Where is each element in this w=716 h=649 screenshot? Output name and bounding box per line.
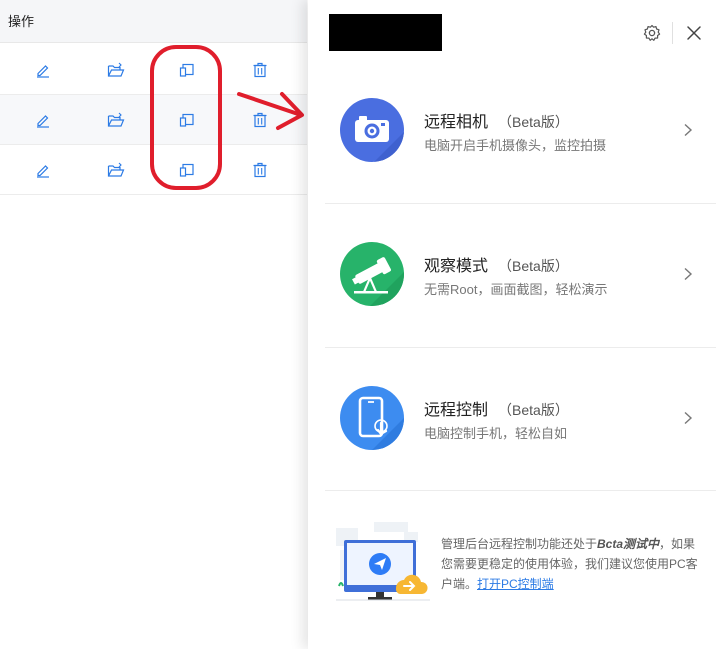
pc-client-illustration-icon [336, 522, 430, 601]
edit-icon[interactable] [35, 112, 51, 128]
folder-open-icon[interactable] [107, 62, 125, 78]
feature-subtitle: 电脑开启手机摄像头，监控拍摄 [424, 138, 607, 153]
annotation-arrow-icon [237, 92, 304, 130]
feature-remote-control[interactable]: 远程控制 （Beta版） 电脑控制手机，轻松自如 [325, 360, 716, 503]
feature-divider [325, 203, 716, 204]
edit-icon[interactable] [35, 162, 51, 178]
chevron-right-icon [684, 267, 693, 281]
header-divider [672, 22, 673, 44]
column-header-actions: 操作 [0, 0, 307, 43]
camera-icon [340, 98, 404, 162]
beta-emphasis: Bcta测试中 [597, 537, 660, 551]
chevron-right-icon [684, 123, 693, 137]
telescope-icon [340, 242, 404, 306]
folder-open-icon[interactable] [107, 112, 125, 128]
footer-notice: 管理后台远程控制功能还处于Bcta测试中，如果您需要更稳定的使用体验，我们建议您… [441, 537, 698, 591]
annotation-highlight-oval [150, 45, 222, 190]
feature-title: 远程相机 （Beta版） [424, 114, 569, 131]
feature-observe-mode[interactable]: 观察模式 （Beta版） 无需Root，画面截图，轻松演示 [325, 216, 716, 359]
feature-divider [325, 490, 716, 491]
feature-title: 远程控制 （Beta版） [424, 402, 569, 419]
redacted-title [329, 14, 442, 51]
feature-remote-camera[interactable]: 远程相机 （Beta版） 电脑开启手机摄像头，监控拍摄 [325, 72, 716, 215]
settings-icon[interactable] [643, 24, 661, 42]
feature-divider [325, 347, 716, 348]
close-icon[interactable] [685, 24, 703, 42]
feature-title: 观察模式 （Beta版） [424, 258, 569, 275]
feature-subtitle: 电脑控制手机，轻松自如 [424, 426, 568, 441]
feature-subtitle: 无需Root，画面截图，轻松演示 [424, 282, 608, 297]
chevron-right-icon [684, 411, 693, 425]
open-pc-client-link[interactable]: 打开PC控制端 [477, 577, 554, 591]
operations-table: 操作 [0, 0, 307, 649]
trash-icon[interactable] [252, 162, 268, 178]
phone-touch-icon [340, 386, 404, 450]
edit-icon[interactable] [35, 62, 51, 78]
remote-tools-drawer: 远程相机 （Beta版） 电脑开启手机摄像头，监控拍摄 观察模式 （Beta版） 无… [308, 0, 716, 649]
trash-icon[interactable] [252, 62, 268, 78]
folder-open-icon[interactable] [107, 162, 125, 178]
